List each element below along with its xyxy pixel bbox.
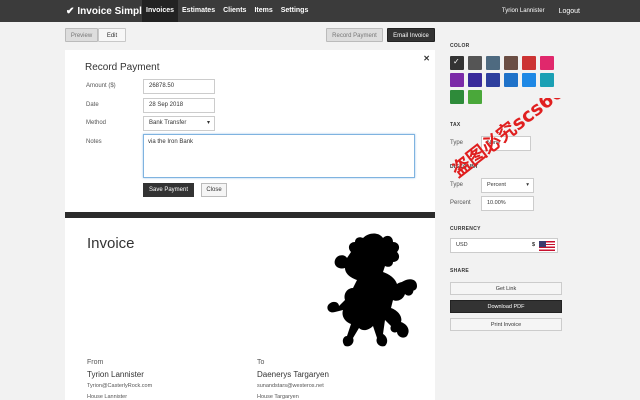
section-divider [65,212,435,218]
brand-logo[interactable]: ✔ Invoice Simple [66,0,147,22]
from-name[interactable]: Tyrion Lannister [87,370,144,379]
from-house[interactable]: House Lannister [87,394,127,400]
to-label: To [257,359,265,366]
color-swatch[interactable] [540,73,554,87]
lion-logo-icon[interactable] [323,230,419,348]
user-name[interactable]: Tyrion Lannister [502,8,545,14]
method-value: Bank Transfer [149,120,187,126]
color-swatch[interactable]: ✓ [450,56,464,70]
top-navbar: ✔ Invoice Simple Invoices Estimates Clie… [0,0,640,22]
from-label: From [87,359,104,366]
watermark-stamp: 盗图必究scs66 [452,98,569,182]
color-section-title: COLOR [450,43,470,49]
discount-percent-input[interactable]: 10.00% [481,196,534,211]
watermark-text: 盗图必究scs66 [452,98,569,182]
nav-invoices[interactable]: Invoices [142,0,179,22]
amount-label: Amount ($) [86,83,116,89]
email-invoice-button[interactable]: Email Invoice [387,28,435,42]
color-swatch[interactable] [522,56,536,70]
nav-estimates[interactable]: Estimates [178,0,219,22]
notes-label: Notes [86,139,102,145]
invoice-toolbar: Preview Edit Record Payment Email Invoic… [65,28,435,44]
color-swatch[interactable] [540,56,554,70]
preview-button[interactable]: Preview [65,28,98,42]
currency-value: USD [456,242,468,248]
color-swatch[interactable] [504,56,518,70]
us-flag-icon [539,241,555,251]
edit-button[interactable]: Edit [98,28,126,42]
download-pdf-button[interactable]: Download PDF [450,300,562,313]
from-email[interactable]: Tyrion@CasterlyRock.com [87,383,152,389]
currency-select[interactable]: USD $ [450,238,558,253]
record-payment-button[interactable]: Record Payment [326,28,383,42]
close-icon[interactable]: ✕ [423,54,430,63]
color-swatch[interactable] [522,73,536,87]
close-button[interactable]: Close [201,183,227,197]
save-payment-button[interactable]: Save Payment [143,183,194,197]
currency-section-title: CURRENCY [450,226,481,232]
color-swatch[interactable] [468,56,482,70]
notes-textarea[interactable]: via the Iron Bank [143,134,415,178]
discount-percent-value: 10.00% [487,200,506,206]
date-label: Date [86,102,99,108]
invoice-card: Record Payment ✕ Amount ($) 26878.50 Dat… [65,50,435,400]
to-house[interactable]: House Targaryen [257,394,299,400]
nav-items[interactable]: Items [250,0,276,22]
amount-input[interactable]: 26878.50 [143,79,215,94]
currency-symbol: $ [531,242,535,248]
method-select[interactable]: Bank Transfer ▾ [143,116,215,131]
nav-settings[interactable]: Settings [277,0,313,22]
color-swatch[interactable] [468,73,482,87]
color-swatch[interactable] [504,73,518,87]
invoice-title: Invoice [87,235,135,252]
color-swatch[interactable] [450,73,464,87]
to-name[interactable]: Daenerys Targaryen [257,370,329,379]
color-swatch[interactable] [486,73,500,87]
to-email[interactable]: sunandstars@westeros.net [257,383,324,389]
get-link-button[interactable]: Get Link [450,282,562,295]
checkmark-icon: ✓ [453,57,460,66]
color-swatch[interactable] [486,56,500,70]
chevron-down-icon: ▾ [206,120,210,126]
date-input[interactable]: 28 Sep 2018 [143,98,215,113]
logout-link[interactable]: Logout [559,8,580,15]
share-section-title: SHARE [450,268,470,274]
print-invoice-button[interactable]: Print Invoice [450,318,562,331]
checkmark-icon: ✔ [66,5,75,17]
brand-name: Invoice Simple [77,5,148,17]
method-label: Method [86,120,107,126]
discount-percent-label: Percent [450,200,471,206]
record-payment-title: Record Payment [85,62,160,73]
nav-clients[interactable]: Clients [219,0,250,22]
